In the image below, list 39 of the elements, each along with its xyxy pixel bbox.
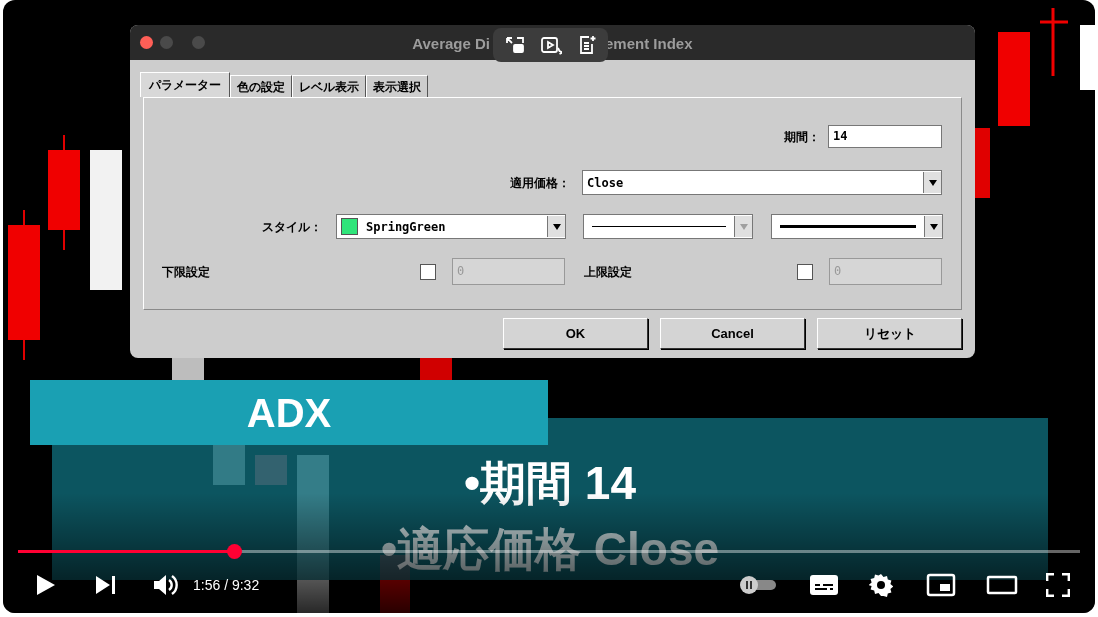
dialog-button[interactable]: リセット (817, 318, 962, 349)
autoplay-toggle-icon[interactable] (738, 575, 779, 595)
subtitles-icon[interactable] (809, 574, 840, 596)
candle (420, 358, 452, 382)
next-icon[interactable] (96, 576, 116, 594)
dialog-button[interactable]: Cancel (660, 318, 805, 349)
settings-icon[interactable] (869, 573, 894, 597)
tab[interactable]: パラメーター (140, 72, 230, 97)
field-label: スタイル： (261, 218, 323, 236)
checkbox[interactable] (797, 263, 813, 280)
theater-mode-icon[interactable] (986, 575, 1019, 595)
miniplayer-icon[interactable] (926, 573, 957, 597)
fullscreen-icon[interactable] (1046, 573, 1071, 597)
field-label: 下限設定 (162, 263, 211, 281)
dropdown[interactable]: SpringGreen (336, 214, 566, 239)
swap-icon[interactable] (504, 35, 525, 55)
tab[interactable]: レベル表示 (292, 75, 366, 97)
input-field[interactable]: 14 (828, 125, 942, 148)
dropdown[interactable] (771, 214, 943, 239)
caption-heading: ADX (30, 380, 548, 445)
caption-line: •期間 14 (463, 456, 637, 511)
video-sparkle-icon[interactable] (539, 35, 562, 55)
candle (1080, 25, 1095, 90)
tab[interactable]: 色の設定 (230, 75, 292, 97)
dialog-button[interactable]: OK (503, 318, 648, 349)
field-label: 上限設定 (584, 263, 633, 281)
volume-icon[interactable] (153, 574, 179, 596)
candle (1038, 6, 1070, 78)
checkbox[interactable] (420, 263, 436, 280)
dropdown[interactable]: Close (582, 170, 942, 195)
play-icon[interactable] (36, 574, 56, 596)
window-title: Average Di (412, 34, 490, 54)
candle (172, 358, 204, 382)
dropdown[interactable] (583, 214, 753, 239)
close-button[interactable] (140, 36, 153, 49)
field-label: 期間： (783, 128, 821, 146)
time-display: 1:56 / 9:32 (193, 575, 260, 595)
field-label: 適用価格： (509, 174, 571, 192)
tab[interactable]: 表示選択 (366, 75, 428, 97)
